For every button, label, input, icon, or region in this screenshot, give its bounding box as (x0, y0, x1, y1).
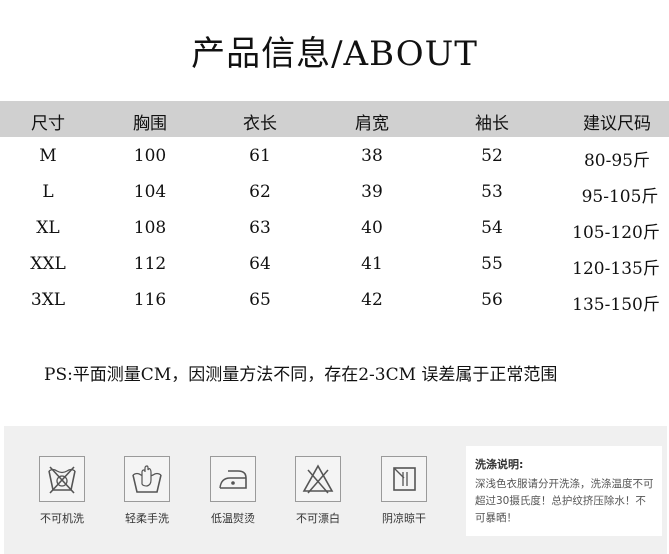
cell-size: XXL (30, 254, 66, 274)
measurement-note: PS:平面测量CM，因测量方法不同，存在2-3CM 误差属于正常范围 (44, 365, 558, 385)
wash-instructions-title: 洗涤说明: (475, 458, 524, 471)
cell-length: 65 (249, 290, 271, 310)
cell-suggested: 135-150斤 (572, 295, 660, 315)
care-label: 不可漂白 (296, 512, 340, 525)
shade-dry-icon (381, 456, 427, 502)
cell-chest: 104 (133, 182, 167, 202)
table-header-band (0, 101, 669, 137)
care-label: 阴凉晾干 (382, 512, 426, 525)
cell-length: 64 (249, 254, 271, 274)
care-label: 低温熨烫 (211, 512, 255, 525)
cell-suggested: 105-120斤 (572, 223, 660, 243)
cell-length: 61 (249, 146, 271, 166)
wash-instructions-text: 深浅色衣服请分开洗涤，洗涤温度不可超过30摄氏度！总护纹挤压除水！不可暴晒！ (475, 478, 654, 524)
cell-suggested: 95-105斤 (581, 187, 659, 207)
cell-chest: 116 (133, 290, 167, 310)
cell-length: 63 (249, 218, 271, 238)
wash-instructions: 洗涤说明: 深浅色衣服请分开洗涤，洗涤温度不可超过30摄氏度！总护纹挤压除水！不… (466, 446, 662, 536)
cell-shoulder: 41 (361, 254, 383, 274)
no-machine-wash-icon (39, 456, 85, 502)
cell-shoulder: 40 (361, 218, 383, 238)
cell-chest: 100 (133, 146, 167, 166)
low-temp-iron-icon (210, 456, 256, 502)
cell-size: M (39, 146, 57, 166)
cell-sleeve: 55 (481, 254, 503, 274)
care-item: 阴凉晾干 (364, 456, 444, 526)
cell-length: 62 (249, 182, 271, 202)
care-label: 轻柔手洗 (125, 512, 169, 525)
header-size: 尺寸 (31, 114, 65, 134)
cell-size: 3XL (30, 290, 66, 310)
cell-size: L (42, 182, 54, 202)
care-item: 低温熨烫 (193, 456, 273, 526)
hand-wash-icon (124, 456, 170, 502)
care-item: 不可机洗 (22, 456, 102, 526)
no-bleach-icon (295, 456, 341, 502)
header-chest: 胸围 (133, 114, 167, 134)
care-item: 不可漂白 (278, 456, 358, 526)
header-shoulder: 肩宽 (355, 114, 389, 134)
cell-chest: 112 (133, 254, 167, 274)
cell-sleeve: 54 (481, 218, 503, 238)
cell-shoulder: 38 (361, 146, 383, 166)
cell-suggested: 80-95斤 (583, 151, 651, 171)
cell-sleeve: 52 (481, 146, 503, 166)
page-title: 产品信息/ABOUT (191, 34, 478, 74)
header-length: 衣长 (243, 114, 277, 134)
cell-suggested: 120-135斤 (572, 259, 660, 279)
cell-size: XL (36, 218, 60, 238)
header-suggested: 建议尺码 (583, 114, 651, 134)
cell-chest: 108 (133, 218, 167, 238)
cell-sleeve: 53 (481, 182, 503, 202)
care-label: 不可机洗 (40, 512, 84, 525)
header-sleeve: 袖长 (475, 114, 509, 134)
cell-sleeve: 56 (481, 290, 503, 310)
care-item: 轻柔手洗 (107, 456, 187, 526)
cell-shoulder: 39 (361, 182, 383, 202)
cell-shoulder: 42 (361, 290, 383, 310)
